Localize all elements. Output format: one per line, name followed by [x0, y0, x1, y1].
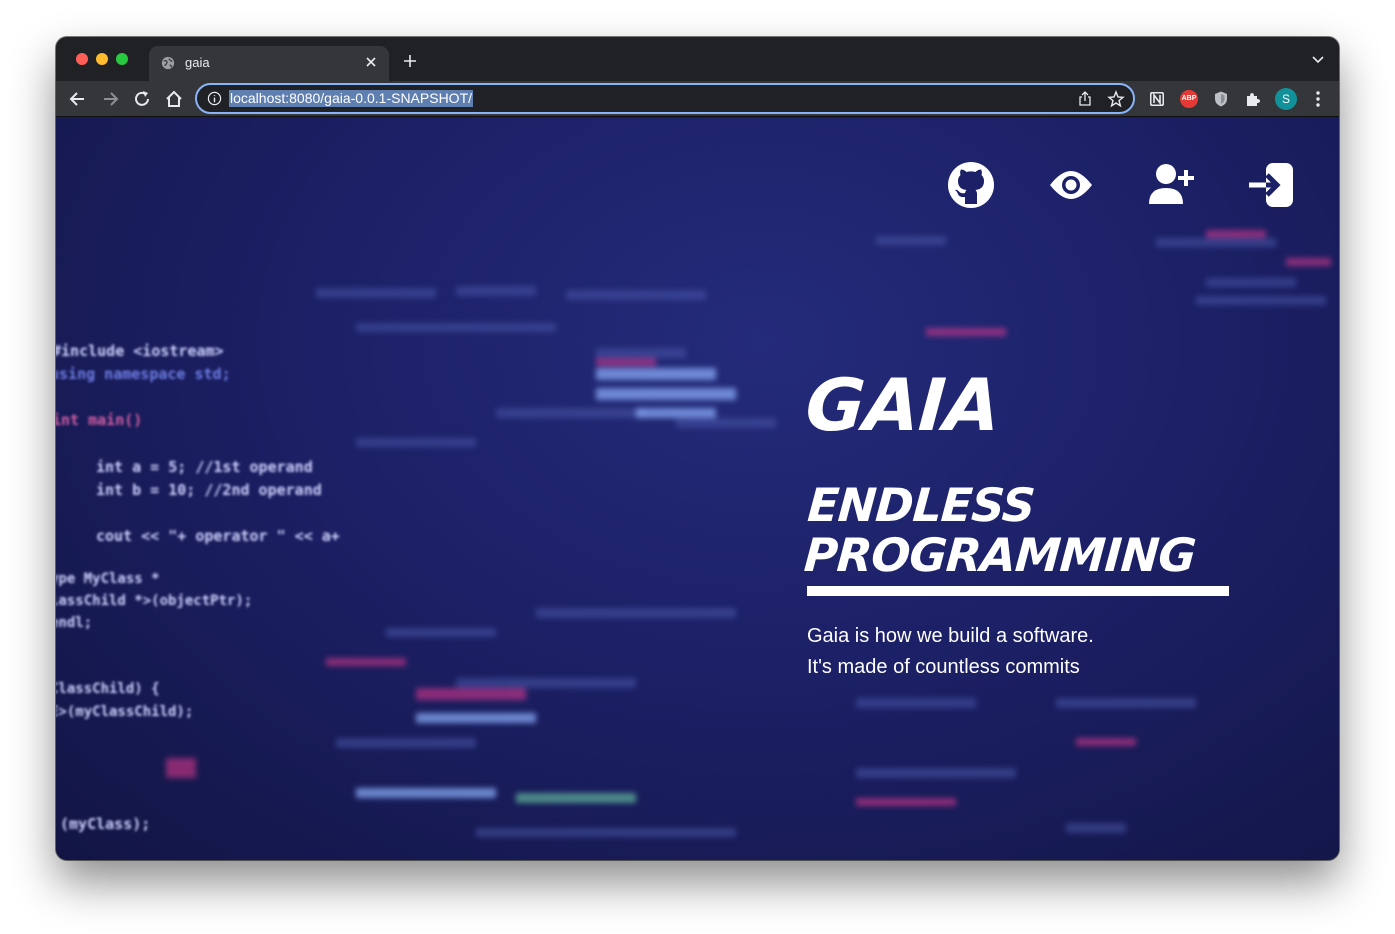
code-line: ClassChild) { — [56, 681, 160, 697]
browser-window: gaia localhost:8080/gaia-0.0.1-SNAPSHOT/… — [56, 37, 1339, 860]
notion-icon[interactable] — [1148, 90, 1166, 108]
share-icon[interactable] — [1077, 91, 1093, 107]
code-line: cout << "+ operator " << a+ — [96, 527, 340, 545]
back-icon[interactable] — [68, 89, 88, 109]
tagline-line-1: ENDLESS — [805, 478, 1037, 532]
sign-in-icon[interactable] — [1246, 160, 1296, 210]
reload-icon[interactable] — [132, 89, 152, 109]
shield-icon[interactable] — [1212, 90, 1230, 108]
github-icon[interactable] — [946, 160, 996, 210]
chevron-down-icon[interactable] — [1311, 55, 1325, 65]
adblock-icon[interactable]: ABP — [1180, 90, 1198, 108]
more-menu-icon[interactable] — [1308, 89, 1328, 109]
info-icon[interactable] — [207, 91, 222, 106]
code-line: lassChild *>(objectPtr); — [56, 593, 253, 609]
description-line-1: Gaia is how we build a software. — [807, 625, 1094, 647]
url-text[interactable]: localhost:8080/gaia-0.0.1-SNAPSHOT/ — [229, 90, 474, 107]
code-line: int b = 10; //2nd operand — [96, 481, 322, 499]
address-bar[interactable]: localhost:8080/gaia-0.0.1-SNAPSHOT/ — [195, 83, 1135, 114]
browser-toolbar: localhost:8080/gaia-0.0.1-SNAPSHOT/ ABP … — [56, 81, 1339, 117]
page-content: #include <iostream> using namespace std;… — [56, 118, 1339, 860]
new-tab-icon[interactable] — [402, 53, 418, 69]
code-line: endl; — [56, 615, 93, 631]
code-line: #include <iostream> — [56, 342, 224, 360]
hero-tagline: ENDLESS PROGRAMMING — [802, 478, 1201, 582]
code-line: ype MyClass * — [56, 571, 160, 587]
code-line: E>(myClassChild); — [56, 704, 194, 720]
close-window-button[interactable] — [76, 53, 88, 65]
tagline-line-2: PROGRAMMING — [802, 528, 1198, 582]
close-tab-icon[interactable] — [363, 54, 379, 70]
tab-gaia[interactable]: gaia — [149, 46, 389, 81]
user-plus-icon[interactable] — [1146, 160, 1196, 210]
description-line-2: It's made of countless commits — [807, 656, 1080, 678]
code-line: (myClass); — [60, 815, 151, 833]
code-line: int main() — [56, 411, 143, 429]
code-line: int a = 5; //1st operand — [96, 458, 313, 476]
zoom-window-button[interactable] — [116, 53, 128, 65]
globe-icon — [161, 56, 175, 70]
bookmark-star-icon[interactable] — [1107, 90, 1125, 108]
hero-title: GAIA — [803, 363, 1003, 447]
tagline-underline — [807, 586, 1229, 596]
minimize-window-button[interactable] — [96, 53, 108, 65]
forward-icon[interactable] — [100, 89, 120, 109]
code-line: using namespace std; — [56, 365, 231, 383]
tab-strip: gaia — [56, 37, 1339, 81]
profile-avatar[interactable]: S — [1275, 88, 1297, 110]
eye-icon[interactable] — [1046, 160, 1096, 210]
hero-description: Gaia is how we build a software. It's ma… — [807, 621, 1094, 683]
tab-title: gaia — [185, 55, 210, 70]
home-icon[interactable] — [164, 89, 184, 109]
extensions-puzzle-icon[interactable] — [1244, 90, 1262, 108]
